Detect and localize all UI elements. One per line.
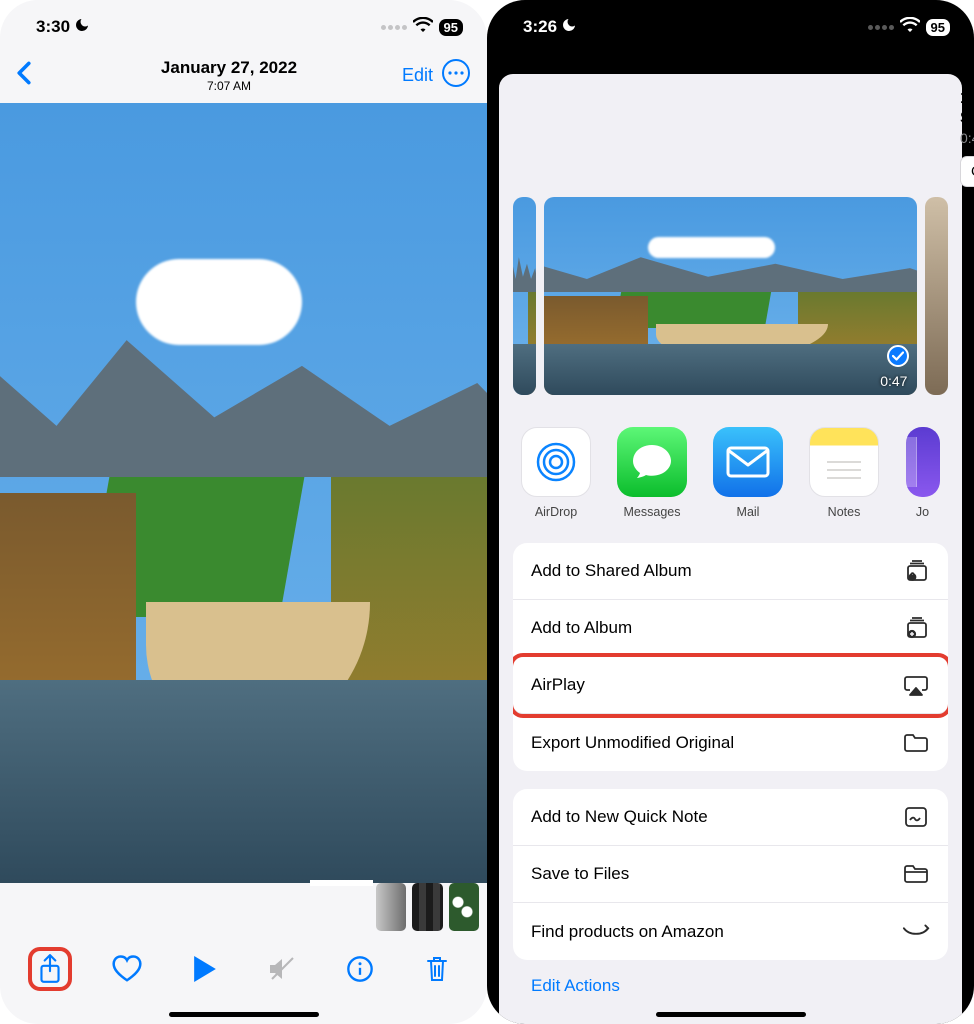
action-airplay[interactable]: AirPlay	[513, 657, 948, 714]
airplay-icon	[902, 673, 930, 697]
preview-next[interactable]	[925, 197, 948, 395]
wifi-icon	[413, 17, 433, 37]
share-header: 1 Video Selected 0:47 Options	[499, 74, 962, 197]
app-label: Messages	[617, 505, 687, 519]
thumbnail-strip[interactable]	[0, 883, 487, 931]
mail-icon	[713, 427, 783, 497]
moon-icon	[561, 17, 577, 38]
photo-date: January 27, 2022	[56, 58, 402, 78]
share-title: 1 Video Selected	[960, 88, 974, 128]
action-label: Add to Shared Album	[531, 561, 692, 581]
app-notes[interactable]: Notes	[809, 427, 879, 519]
action-label: Add to New Quick Note	[531, 807, 708, 827]
action-amazon[interactable]: Find products on Amazon	[513, 903, 948, 960]
action-add-shared-album[interactable]: Add to Shared Album	[513, 543, 948, 600]
share-sheet: 1 Video Selected 0:47 Options	[499, 74, 962, 1024]
photos-detail-screen: 3:30 95 January 27, 2022 7:07 AM E	[0, 0, 487, 1024]
preview-duration: 0:47	[880, 373, 907, 389]
status-time: 3:26	[523, 17, 557, 37]
journal-icon	[906, 427, 940, 497]
edit-actions-link[interactable]: Edit Actions	[499, 960, 962, 996]
app-mail[interactable]: Mail	[713, 427, 783, 519]
detail-header: January 27, 2022 7:07 AM Edit	[0, 54, 487, 103]
action-label: AirPlay	[531, 675, 585, 695]
album-add-icon	[902, 616, 930, 640]
status-bar: 3:30 95	[0, 0, 487, 54]
favorite-button[interactable]	[105, 947, 149, 991]
thumb[interactable]	[412, 883, 442, 931]
action-label: Find products on Amazon	[531, 922, 724, 942]
app-row[interactable]: AirDrop Messages Mail	[499, 399, 962, 543]
cellular-dots-icon	[381, 25, 407, 30]
preview-prev[interactable]	[513, 197, 536, 395]
app-label: AirDrop	[521, 505, 591, 519]
action-list-1: Add to Shared Album Add to Album AirPlay	[513, 543, 948, 771]
share-button[interactable]	[28, 947, 72, 991]
messages-icon	[617, 427, 687, 497]
back-button[interactable]	[16, 61, 56, 90]
shared-album-icon	[902, 559, 930, 583]
status-time: 3:30	[36, 17, 70, 37]
info-button[interactable]	[338, 947, 382, 991]
folder-icon	[902, 862, 930, 886]
home-indicator[interactable]	[656, 1012, 806, 1017]
trash-button[interactable]	[415, 947, 459, 991]
edit-button[interactable]: Edit	[402, 65, 441, 86]
folder-icon	[902, 731, 930, 755]
action-save-files[interactable]: Save to Files	[513, 846, 948, 903]
mute-button[interactable]	[260, 947, 304, 991]
cellular-dots-icon	[868, 25, 894, 30]
app-airdrop[interactable]: AirDrop	[521, 427, 591, 519]
app-journal[interactable]: Jo	[905, 427, 940, 519]
share-duration: 0:47	[960, 130, 974, 146]
status-bar: 3:26 95	[487, 0, 974, 54]
preview-selected[interactable]: 0:47	[544, 197, 918, 395]
thumb[interactable]	[376, 883, 406, 931]
photo-time: 7:07 AM	[56, 79, 402, 93]
thumb[interactable]	[449, 883, 479, 931]
amazon-icon	[902, 920, 930, 944]
airdrop-icon	[521, 427, 591, 497]
action-add-album[interactable]: Add to Album	[513, 600, 948, 657]
options-button[interactable]: Options	[960, 156, 974, 187]
action-label: Save to Files	[531, 864, 629, 884]
notes-icon	[809, 427, 879, 497]
moon-icon	[74, 17, 90, 38]
app-label: Notes	[809, 505, 879, 519]
play-button[interactable]	[183, 947, 227, 991]
wifi-icon	[900, 17, 920, 37]
app-messages[interactable]: Messages	[617, 427, 687, 519]
battery-indicator: 95	[926, 19, 950, 36]
bottom-toolbar	[0, 931, 487, 991]
more-button[interactable]	[441, 58, 471, 93]
main-photo	[0, 103, 487, 883]
action-label: Export Unmodified Original	[531, 733, 734, 753]
preview-strip[interactable]: 0:47	[499, 197, 962, 399]
photo-viewport[interactable]	[0, 103, 487, 883]
action-list-2: Add to New Quick Note Save to Files Find…	[513, 789, 948, 960]
action-export-original[interactable]: Export Unmodified Original	[513, 714, 948, 771]
share-sheet-screen: 3:26 95 1 Video Selected 0:47	[487, 0, 974, 1024]
app-label: Jo	[905, 505, 940, 519]
quicknote-icon	[902, 805, 930, 829]
home-indicator[interactable]	[169, 1012, 319, 1017]
battery-indicator: 95	[439, 19, 463, 36]
action-label: Add to Album	[531, 618, 632, 638]
app-label: Mail	[713, 505, 783, 519]
action-quick-note[interactable]: Add to New Quick Note	[513, 789, 948, 846]
